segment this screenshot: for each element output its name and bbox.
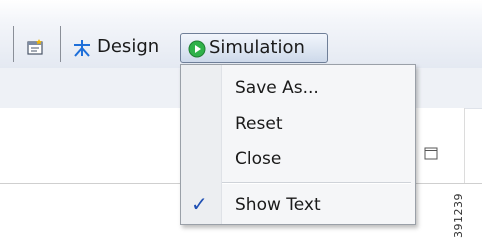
menu-item-label: Reset — [235, 114, 283, 134]
menu-item-label: Close — [235, 149, 282, 169]
simulation-dropdown-menu: Save As... Reset Close ✓ Show Text — [180, 64, 416, 225]
toolbar-separator — [13, 26, 14, 62]
design-label: Design — [97, 36, 160, 57]
maximize-icon[interactable] — [424, 145, 438, 164]
window-properties-icon[interactable] — [27, 38, 45, 60]
menu-item-show-text[interactable]: ✓ Show Text — [181, 189, 415, 221]
menu-item-reset[interactable]: Reset — [181, 108, 415, 140]
simulation-button[interactable]: Simulation — [180, 33, 328, 63]
menu-item-close[interactable]: Close — [181, 143, 415, 175]
play-circle-icon — [188, 40, 206, 62]
menu-item-save-as[interactable]: Save As... — [181, 72, 415, 104]
menu-item-label: Save As... — [235, 78, 319, 98]
network-nodes-icon — [72, 38, 92, 62]
menu-item-label: Show Text — [235, 195, 321, 215]
check-icon: ✓ — [191, 192, 208, 216]
toolbar-separator — [60, 26, 61, 62]
simulation-label: Simulation — [209, 37, 305, 58]
menu-separator — [222, 182, 411, 184]
toolbar: Design Simulation — [0, 0, 482, 68]
figure-id-label: 391239 — [452, 193, 465, 238]
